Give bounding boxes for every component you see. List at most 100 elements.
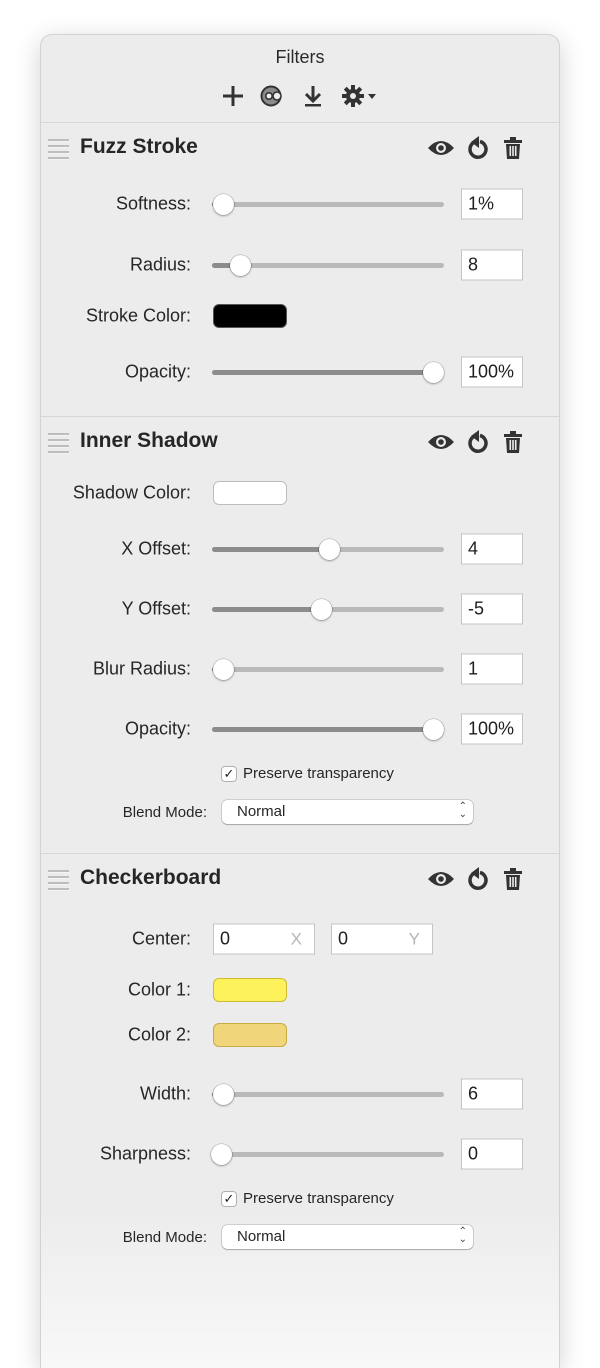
width-input[interactable]: 6 — [461, 1078, 523, 1110]
slider-thumb[interactable] — [310, 598, 332, 620]
drag-handle-icon[interactable] — [48, 139, 69, 160]
section-header: Fuzz Stroke — [41, 123, 559, 173]
filter-section-checkerboard: Checkerboard Center: 0 X 0 Y Color 1: Co… — [41, 854, 559, 1258]
section-title: Inner Shadow — [80, 429, 218, 452]
y-offset-row: Y Offset: -5 — [41, 579, 559, 639]
center-x-input[interactable]: 0 X — [213, 923, 315, 955]
blur-radius-input[interactable]: 1 — [461, 653, 523, 685]
blend-mode-label: Blend Mode: — [122, 1229, 207, 1246]
center-x-value: 0 — [220, 928, 231, 949]
softness-row: Softness: 1% — [41, 173, 559, 235]
color2-row: Color 2: — [41, 1006, 559, 1064]
softness-label: Softness: — [115, 193, 191, 214]
eye-icon — [428, 872, 454, 886]
blur-radius-row: Blur Radius: 1 — [41, 639, 559, 699]
preserve-transparency-checkbox[interactable]: ✓ — [221, 766, 237, 782]
slider-thumb[interactable] — [423, 361, 444, 383]
center-y-value: 0 — [338, 928, 349, 949]
shadow-color-row: Shadow Color: — [41, 467, 559, 519]
preserve-transparency-label[interactable]: Preserve transparency — [243, 765, 394, 782]
stroke-color-well[interactable] — [213, 304, 287, 328]
toggle-visibility-button[interactable] — [427, 135, 455, 161]
slider-thumb[interactable] — [213, 193, 235, 215]
radius-label: Radius: — [129, 254, 191, 275]
trash-icon — [504, 431, 522, 453]
settings-menu-button[interactable] — [340, 83, 380, 109]
color2-label: Color 2: — [127, 1024, 191, 1045]
up-down-chevron-icon: ⌃ ⌄ — [458, 801, 467, 820]
opacity-input[interactable]: 100% — [461, 356, 523, 388]
preserve-transparency-checkbox[interactable]: ✓ — [221, 1191, 237, 1207]
color2-well[interactable] — [213, 1023, 287, 1047]
stroke-color-label: Stroke Color: — [85, 305, 191, 326]
width-slider[interactable] — [212, 1083, 444, 1105]
slider-thumb[interactable] — [319, 538, 341, 560]
delete-button[interactable] — [499, 866, 527, 892]
slider-thumb[interactable] — [213, 658, 235, 680]
slider-thumb[interactable] — [230, 254, 252, 276]
delete-button[interactable] — [499, 135, 527, 161]
eye-icon — [428, 141, 454, 155]
drag-handle-icon[interactable] — [48, 433, 69, 454]
reset-button[interactable] — [463, 429, 491, 455]
center-x-placeholder: X — [290, 929, 302, 949]
x-offset-label: X Offset: — [121, 538, 191, 559]
center-label: Center: — [131, 928, 191, 949]
sharpness-input[interactable]: 0 — [461, 1138, 523, 1170]
opacity-slider[interactable] — [212, 718, 444, 740]
drag-handle-icon[interactable] — [48, 870, 69, 891]
blend-mode-row: Blend Mode: Normal ⌃ ⌄ — [41, 793, 559, 833]
radius-slider[interactable] — [212, 254, 444, 276]
add-filter-button[interactable] — [220, 83, 246, 109]
filters-window: Filters Fuzz Stroke Softness: 1% Radius:… — [40, 34, 560, 1368]
blend-mode-select[interactable]: Normal ⌃ ⌄ — [222, 1225, 473, 1249]
trash-icon — [504, 137, 522, 159]
radius-input[interactable]: 8 — [461, 249, 523, 281]
delete-button[interactable] — [499, 429, 527, 455]
reset-icon — [468, 430, 488, 453]
color1-well[interactable] — [213, 978, 287, 1002]
x-offset-input[interactable]: 4 — [461, 533, 523, 565]
opacity-slider[interactable] — [212, 361, 444, 383]
slider-thumb[interactable] — [211, 1143, 232, 1165]
section-title: Checkerboard — [80, 866, 222, 889]
up-down-chevron-icon: ⌃ ⌄ — [458, 1226, 467, 1245]
slider-thumb[interactable] — [213, 1083, 235, 1105]
center-y-input[interactable]: 0 Y — [331, 923, 433, 955]
toggle-visibility-button[interactable] — [427, 429, 455, 455]
slider-thumb[interactable] — [423, 718, 444, 740]
blur-radius-slider[interactable] — [212, 658, 444, 680]
y-offset-slider[interactable] — [212, 598, 444, 620]
blur-radius-label: Blur Radius: — [92, 658, 191, 679]
opacity-input[interactable]: 100% — [461, 713, 523, 745]
toggle-visibility-button[interactable] — [427, 866, 455, 892]
shadow-color-well[interactable] — [213, 481, 287, 505]
softness-input[interactable]: 1% — [461, 188, 523, 220]
reset-button[interactable] — [463, 135, 491, 161]
reset-button[interactable] — [463, 866, 491, 892]
blend-mode-select[interactable]: Normal ⌃ ⌄ — [222, 800, 473, 824]
title-bar: Filters — [41, 35, 559, 123]
softness-slider[interactable] — [212, 193, 444, 215]
add-icon — [223, 86, 243, 106]
opacity-label: Opacity: — [124, 361, 191, 382]
section-title: Fuzz Stroke — [80, 135, 198, 158]
preserve-transparency-row: ✓ Preserve transparency — [41, 759, 559, 793]
preserve-transparency-label[interactable]: Preserve transparency — [243, 1190, 394, 1207]
blend-mode-label: Blend Mode: — [122, 804, 207, 821]
stroke-color-row: Stroke Color: — [41, 295, 559, 337]
blend-mode-value: Normal — [237, 803, 286, 820]
download-button[interactable] — [300, 83, 326, 109]
width-row: Width: 6 — [41, 1064, 559, 1124]
eye-icon — [428, 435, 454, 449]
x-offset-slider[interactable] — [212, 538, 444, 560]
blend-mode-row: Blend Mode: Normal ⌃ ⌄ — [41, 1218, 559, 1258]
filter-section-inner-shadow: Inner Shadow Shadow Color: X Offset: 4 Y… — [41, 417, 559, 854]
color1-label: Color 1: — [127, 979, 191, 1000]
y-offset-input[interactable]: -5 — [461, 593, 523, 625]
x-offset-row: X Offset: 4 — [41, 519, 559, 579]
sharpness-slider[interactable] — [211, 1143, 444, 1165]
opacity-label: Opacity: — [124, 718, 191, 739]
effects-icon — [260, 85, 282, 107]
effects-button[interactable] — [260, 83, 286, 109]
